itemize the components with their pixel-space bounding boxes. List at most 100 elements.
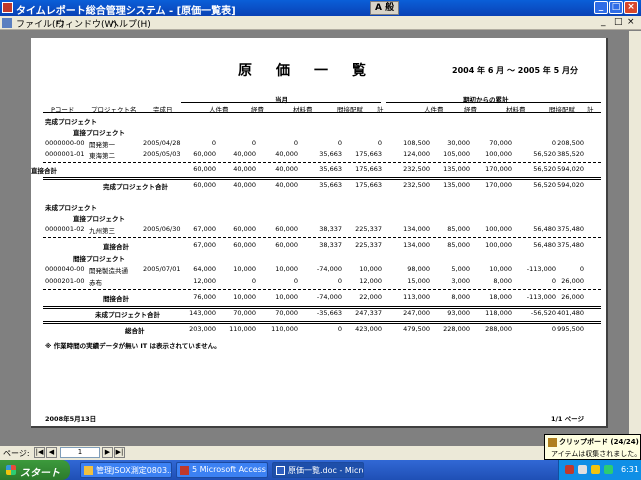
divider xyxy=(43,162,601,163)
row-value: 105,000 xyxy=(443,150,470,158)
row-value: 40,000 xyxy=(275,150,298,158)
doc-restore-button[interactable]: □ xyxy=(614,17,623,27)
row-value: -74,000 xyxy=(316,293,342,301)
clock: 6:31 xyxy=(621,465,639,474)
row-value: 423,000 xyxy=(355,325,382,333)
row-value: 10,000 xyxy=(275,265,298,273)
prev-page-button[interactable]: ◀ xyxy=(46,447,57,458)
row-code: 0000040-00 xyxy=(45,265,85,273)
document-icon[interactable] xyxy=(2,18,12,28)
row-value: 60,000 xyxy=(233,225,256,233)
row-value: 76,000 xyxy=(193,293,216,301)
report-period: 2004 年 6 月 ～ 2005 年 5 月分 xyxy=(452,66,578,75)
header-divider xyxy=(386,102,601,103)
row-value: 375,480 xyxy=(557,241,584,249)
row-value: 175,663 xyxy=(355,150,382,158)
volume-icon[interactable] xyxy=(591,465,600,474)
row-value: 170,000 xyxy=(485,165,512,173)
close-button[interactable]: × xyxy=(624,1,638,14)
last-page-button[interactable]: ▶| xyxy=(114,447,125,458)
row-value: 170,000 xyxy=(485,181,512,189)
tray-app-icon[interactable] xyxy=(565,465,574,474)
row-value: 40,000 xyxy=(275,165,298,173)
row-value: 175,663 xyxy=(355,181,382,189)
start-button[interactable]: スタート xyxy=(0,460,70,480)
menu-bar: ファイル(F) ウィンドウ(W) ヘルプ(H) _ □ × xyxy=(0,16,641,30)
row-value: 0 xyxy=(377,139,382,147)
row-value: 60,000 xyxy=(193,165,216,173)
doc-minimize-button[interactable]: _ xyxy=(601,17,606,27)
header-rule xyxy=(43,112,601,113)
doc-close-button[interactable]: × xyxy=(627,17,635,27)
row-value: 225,337 xyxy=(355,241,382,249)
row-value: 0 xyxy=(337,277,342,285)
subsection-direct: 直接プロジェクト xyxy=(73,129,125,137)
minimize-button[interactable]: _ xyxy=(594,1,608,14)
vertical-scrollbar[interactable] xyxy=(629,31,641,446)
row-value: 288,000 xyxy=(485,325,512,333)
row-value: 247,000 xyxy=(403,309,430,317)
app-icon[interactable] xyxy=(2,2,13,13)
row-value: 38,337 xyxy=(319,225,342,233)
row-value: 100,000 xyxy=(485,150,512,158)
row-value: 134,000 xyxy=(403,225,430,233)
row-value: 232,500 xyxy=(403,181,430,189)
row-name: 開発製造共通 xyxy=(89,267,128,275)
row-value: 143,000 xyxy=(189,309,216,317)
folder-icon xyxy=(84,466,93,475)
menu-window[interactable]: ウィンドウ(W) xyxy=(56,17,117,30)
section-completed: 完成プロジェクト xyxy=(45,118,97,126)
row-value: 594,020 xyxy=(557,181,584,189)
window-titlebar[interactable]: タイムレポート総合管理システム - [原価一覧表] A 般 _ □ × xyxy=(0,0,641,17)
menu-help[interactable]: ヘルプ(H) xyxy=(110,17,151,30)
row-value: 35,663 xyxy=(319,150,342,158)
row-value: 479,500 xyxy=(403,325,430,333)
section-incomplete: 未成プロジェクト xyxy=(45,204,97,212)
row-name: 開発第一 xyxy=(89,141,115,149)
row-value: 110,000 xyxy=(271,325,298,333)
clipboard-notification[interactable]: クリップボード (24/24) アイテムは収集されました。 xyxy=(544,434,641,460)
row-value: 64,000 xyxy=(193,265,216,273)
row-total-label: 未成プロジェクト合計 xyxy=(95,311,160,319)
cost-report: 原価一覧 2004 年 6 月 ～ 2005 年 5 月分 当月 期初からの累計… xyxy=(31,38,608,428)
row-code: 0000001-01 xyxy=(45,150,85,158)
report-title: 原価一覧 xyxy=(238,63,390,79)
row-value: 0 xyxy=(251,139,256,147)
clipboard-title: クリップボード (24/24) xyxy=(559,438,639,446)
row-value: 38,337 xyxy=(319,241,342,249)
row-value: 228,000 xyxy=(443,325,470,333)
clipboard-icon xyxy=(548,438,557,447)
row-value: 10,000 xyxy=(233,265,256,273)
next-page-button[interactable]: ▶ xyxy=(102,447,113,458)
row-value: 208,500 xyxy=(557,139,584,147)
row-value: 70,000 xyxy=(233,309,256,317)
row-value: 30,000 xyxy=(447,139,470,147)
ime-toolbar[interactable]: A 般 xyxy=(370,1,400,15)
row-value: 60,000 xyxy=(193,181,216,189)
footer-page: 1/1 ページ xyxy=(551,415,585,423)
start-label: スタート xyxy=(20,468,60,479)
page-number-input[interactable]: 1 xyxy=(60,447,100,458)
window-title: タイムレポート総合管理システム - [原価一覧表] xyxy=(16,6,236,17)
row-code: 0000000-00 xyxy=(45,139,85,147)
row-value: 100,000 xyxy=(485,225,512,233)
row-value: 60,000 xyxy=(193,150,216,158)
taskbar-item-word[interactable]: 原価一覧.doc - Micro... xyxy=(272,462,364,478)
row-value: 135,000 xyxy=(443,165,470,173)
row-value: 85,000 xyxy=(447,241,470,249)
row-value: 203,000 xyxy=(189,325,216,333)
network-icon[interactable] xyxy=(578,465,587,474)
maximize-button[interactable]: □ xyxy=(609,1,623,14)
page-label: ページ: xyxy=(3,449,30,458)
row-value: 0 xyxy=(211,139,216,147)
row-value: 3,000 xyxy=(451,277,470,285)
taskbar-item-explorer[interactable]: 管理JSOX測定0803... xyxy=(80,462,172,478)
row-code: 0000201-00 xyxy=(45,277,85,285)
taskbar-item-access[interactable]: 5 Microsoft Access ... xyxy=(176,462,268,478)
report-page: 原価一覧 2004 年 6 月 ～ 2005 年 5 月分 当月 期初からの累計… xyxy=(31,38,608,428)
row-value: 10,000 xyxy=(489,265,512,273)
row-value: 12,000 xyxy=(359,277,382,285)
security-icon[interactable] xyxy=(604,465,613,474)
row-value: 40,000 xyxy=(275,181,298,189)
first-page-button[interactable]: |◀ xyxy=(34,447,45,458)
